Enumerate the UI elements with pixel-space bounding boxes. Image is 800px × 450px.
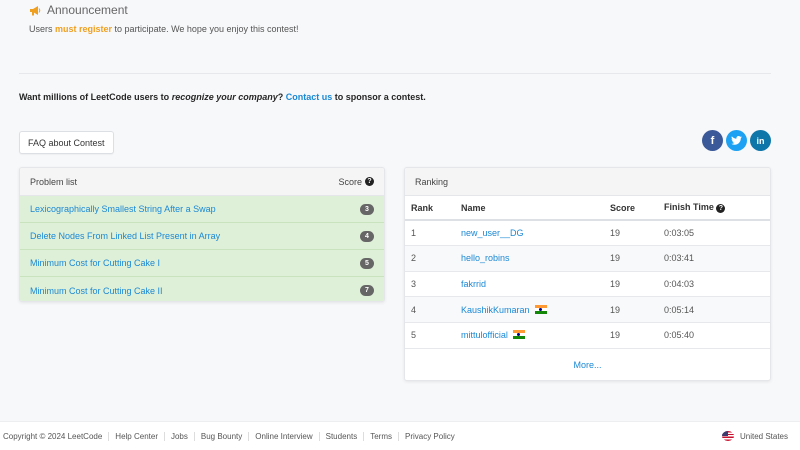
india-flag-icon <box>534 304 547 314</box>
footer-link-students[interactable]: Students <box>318 431 364 441</box>
facebook-icon: f <box>710 134 715 147</box>
score-cell: 19 <box>604 219 658 246</box>
problem-score-badge: 5 <box>360 257 374 269</box>
footer-link-help-center[interactable]: Help Center <box>108 431 164 441</box>
problem-list-title: Problem list <box>30 176 78 187</box>
name-cell: new_user__DG <box>455 219 604 246</box>
contact-us-link[interactable]: Contact us <box>286 92 333 102</box>
announcement-text: Users must register to participate. We h… <box>29 24 299 34</box>
col-finish-time: Finish Time ? <box>658 196 770 221</box>
name-cell: fakrrid <box>455 270 604 297</box>
rank-cell: 1 <box>405 219 455 246</box>
must-register-text: must register <box>55 24 113 34</box>
us-flag-icon <box>721 431 734 441</box>
table-row: 1 new_user__DG 19 0:03:05 <box>405 219 770 246</box>
sponsor-part3: to sponsor a contest. <box>332 92 426 102</box>
sponsor-part2: ? <box>277 92 286 102</box>
announcement-text-before: Users <box>29 24 56 34</box>
announcement-text-after: to participate. We hope you enjoy this c… <box>112 24 299 34</box>
ranking-table: Rank Name Score Finish Time ? 1 new_user… <box>405 196 770 348</box>
time-cell: 0:03:05 <box>658 219 770 246</box>
name-cell: KaushikKumaran <box>455 296 604 323</box>
problem-score-badge: 4 <box>360 230 374 242</box>
table-row: 3 fakrrid 19 0:04:03 <box>405 270 770 297</box>
megaphone-icon <box>30 5 41 15</box>
copyright: Copyright © 2024 LeetCode <box>3 431 103 441</box>
twitter-share-button[interactable]: t <box>726 130 747 151</box>
score-header: Score ? <box>338 177 374 187</box>
table-row: 4 KaushikKumaran 19 0:05:14 <box>405 296 770 323</box>
divider <box>19 73 771 74</box>
user-link[interactable]: hello_robins <box>461 253 510 263</box>
problem-list-panel: Problem list Score ? Lexicographically S… <box>19 167 385 302</box>
score-cell: 19 <box>604 245 658 272</box>
more-ranking-link[interactable]: More... <box>405 347 770 380</box>
col-rank: Rank <box>405 196 455 221</box>
footer-link-online-interview[interactable]: Online Interview <box>248 431 318 441</box>
problem-link[interactable]: Lexicographically Smallest String After … <box>30 204 216 214</box>
ranking-title: Ranking <box>415 176 449 187</box>
user-link[interactable]: new_user__DG <box>461 228 524 238</box>
sponsor-emphasis: recognize your company <box>171 92 278 102</box>
question-icon[interactable]: ? <box>365 177 374 186</box>
problem-row: Minimum Cost for Cutting Cake II 7 <box>20 277 384 301</box>
table-row: 2 hello_robins 19 0:03:41 <box>405 245 770 272</box>
col-name: Name <box>455 196 604 221</box>
question-icon[interactable]: ? <box>716 204 726 213</box>
problem-list-header: Problem list Score ? <box>20 168 384 196</box>
score-header-label: Score <box>338 176 362 187</box>
problem-row: Lexicographically Smallest String After … <box>20 196 384 223</box>
rank-cell: 3 <box>405 270 455 297</box>
problem-link[interactable]: Minimum Cost for Cutting Cake II <box>30 286 163 296</box>
announcement: Announcement <box>29 3 128 17</box>
time-cell: 0:03:41 <box>658 245 770 272</box>
linkedin-icon: in <box>756 135 765 146</box>
time-cell: 0:05:40 <box>658 321 770 348</box>
name-cell: mittulofficial <box>455 321 604 348</box>
rank-cell: 4 <box>405 296 455 323</box>
footer-link-bug-bounty[interactable]: Bug Bounty <box>193 431 248 441</box>
col-finish-time-label: Finish Time <box>664 202 714 212</box>
ranking-panel: Ranking Rank Name Score Finish Time ? 1 … <box>404 167 771 381</box>
problem-row: Delete Nodes From Linked List Present in… <box>20 223 384 250</box>
twitter-icon <box>731 136 742 145</box>
india-flag-icon <box>512 330 525 340</box>
faq-about-contest-button[interactable]: FAQ about Contest <box>19 131 114 154</box>
region-selector[interactable]: United States <box>721 431 788 441</box>
problem-link[interactable]: Delete Nodes From Linked List Present in… <box>30 231 220 241</box>
facebook-share-button[interactable]: f <box>702 130 723 151</box>
problem-row: Minimum Cost for Cutting Cake I 5 <box>20 250 384 277</box>
region-label: United States <box>739 431 788 441</box>
score-cell: 19 <box>604 296 658 323</box>
problem-score-badge: 3 <box>360 203 374 215</box>
col-score: Score <box>604 196 658 221</box>
linkedin-share-button[interactable]: in <box>750 130 771 151</box>
time-cell: 0:04:03 <box>658 270 770 297</box>
name-cell: hello_robins <box>455 245 604 272</box>
time-cell: 0:05:14 <box>658 296 770 323</box>
table-row: 5 mittulofficial 19 0:05:40 <box>405 321 770 348</box>
sponsor-text: Want millions of LeetCode users to recog… <box>19 92 426 102</box>
score-cell: 19 <box>604 321 658 348</box>
footer-link-privacy-policy[interactable]: Privacy Policy <box>397 431 461 441</box>
footer-link-terms[interactable]: Terms <box>363 431 398 441</box>
announcement-title: Announcement <box>47 3 128 17</box>
problem-score-badge: 7 <box>360 285 374 296</box>
sponsor-part1: Want millions of LeetCode users to <box>19 92 172 102</box>
score-cell: 19 <box>604 270 658 297</box>
user-link[interactable]: fakrrid <box>461 279 486 289</box>
rank-cell: 5 <box>405 321 455 348</box>
footer-link-jobs[interactable]: Jobs <box>163 431 194 441</box>
rank-cell: 2 <box>405 245 455 272</box>
problem-link[interactable]: Minimum Cost for Cutting Cake I <box>30 258 160 268</box>
user-link[interactable]: mittulofficial <box>461 330 508 340</box>
footer: Copyright © 2024 LeetCode Help Center Jo… <box>0 421 800 450</box>
user-link[interactable]: KaushikKumaran <box>461 305 530 315</box>
ranking-header: Ranking <box>405 168 770 196</box>
